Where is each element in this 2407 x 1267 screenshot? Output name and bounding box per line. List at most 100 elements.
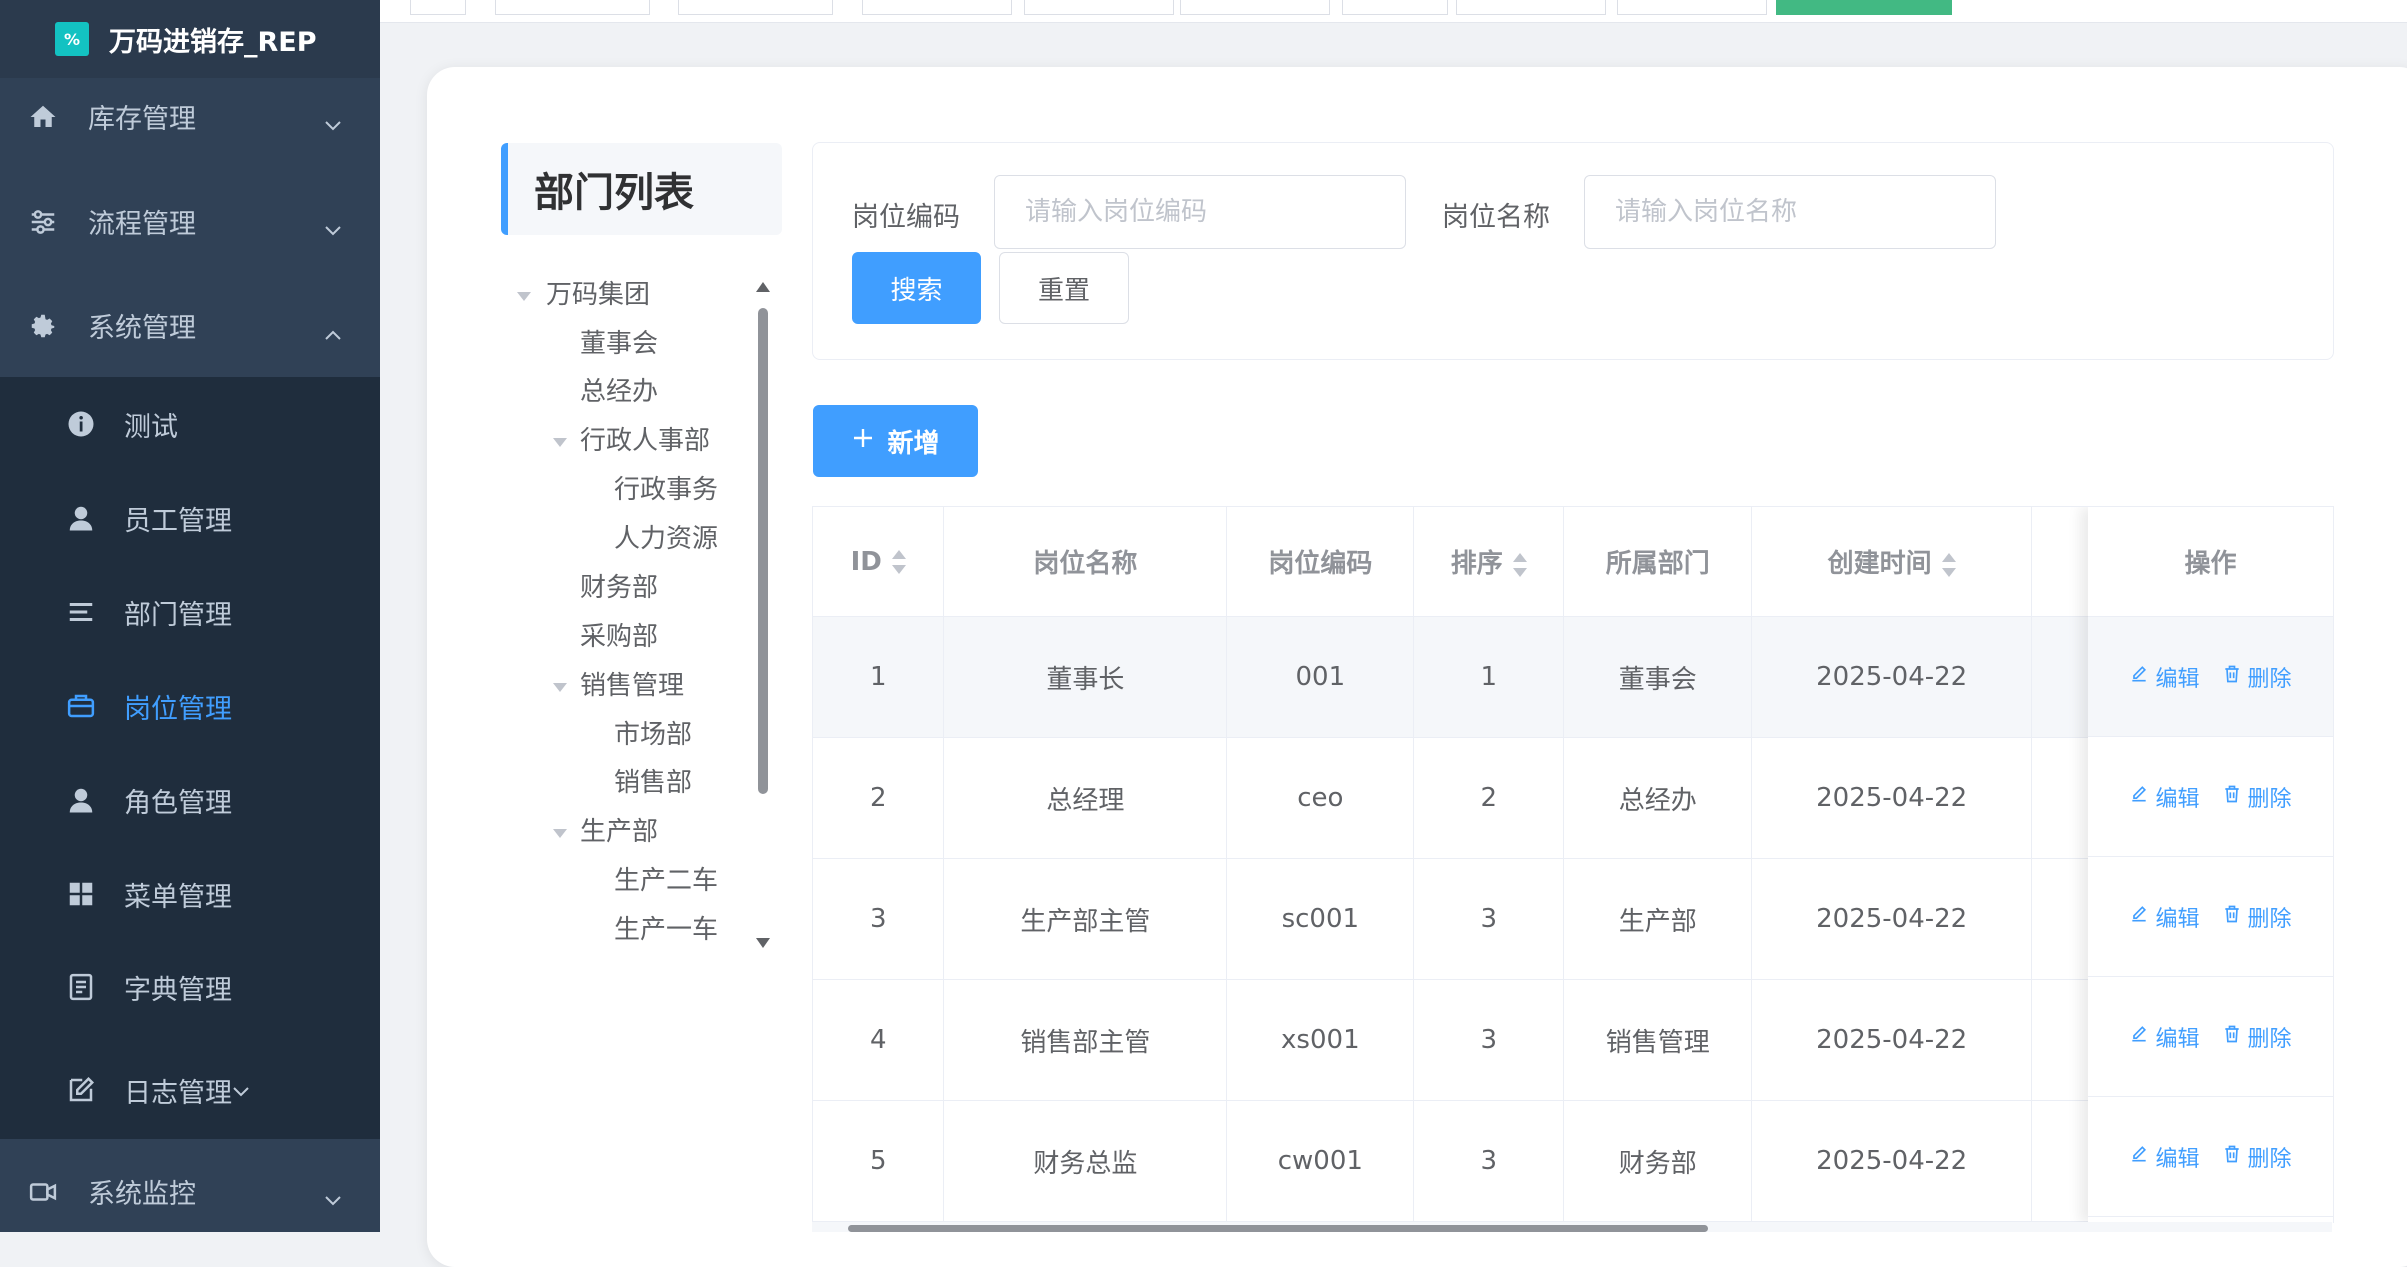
- cell-created: 2025-04-22: [1751, 858, 2033, 980]
- actions-cell: 编辑 删除: [2088, 977, 2333, 1097]
- submenu-label: 字典管理: [124, 974, 232, 1006]
- position-code-field[interactable]: [994, 175, 1406, 249]
- column-header-created[interactable]: 创建时间: [1751, 507, 2033, 617]
- tag-item[interactable]: [1024, 0, 1174, 15]
- cell-code: cw001: [1226, 1100, 1415, 1222]
- submenu-item-employee[interactable]: 员工管理: [0, 471, 380, 565]
- tree-node[interactable]: 行政人事部: [580, 418, 710, 464]
- chevron-down-icon: [324, 109, 342, 140]
- tag-item[interactable]: [495, 0, 650, 15]
- tree-node[interactable]: 财务部: [580, 565, 658, 611]
- submenu-item-test[interactable]: 测试: [0, 377, 380, 471]
- sort-icon[interactable]: [1941, 552, 1956, 577]
- delete-label: 删除: [2247, 786, 2292, 812]
- submenu-item-dictionary[interactable]: 字典管理: [0, 940, 380, 1034]
- tree-node[interactable]: 生产部: [580, 809, 658, 855]
- position-code-label: 岗位编码: [852, 202, 960, 233]
- caret-down-icon[interactable]: [553, 438, 567, 447]
- edit-button[interactable]: 编辑: [2129, 1021, 2200, 1053]
- tags-view: [380, 0, 2407, 23]
- actions-cell: 编辑 删除: [2088, 857, 2333, 977]
- tag-item[interactable]: [1180, 0, 1330, 15]
- add-button[interactable]: 新增: [813, 405, 978, 477]
- position-name-input[interactable]: [1585, 176, 1995, 248]
- menu-workflow[interactable]: 流程管理: [0, 169, 380, 274]
- column-title: 排序: [1450, 549, 1503, 579]
- dept-list-title: 部门列表: [534, 170, 694, 216]
- table-horizontal-scrollbar[interactable]: [812, 1222, 2332, 1232]
- position-name-field[interactable]: [1584, 175, 1996, 249]
- column-header-code: 岗位编码: [1226, 507, 1415, 617]
- scroll-down-arrow-icon[interactable]: [756, 938, 770, 948]
- trash-icon: [2222, 1024, 2242, 1050]
- submenu-label: 岗位管理: [124, 693, 232, 725]
- edit-button[interactable]: 编辑: [2129, 901, 2200, 933]
- caret-down-icon[interactable]: [553, 829, 567, 838]
- cell-created: 2025-04-22: [1751, 616, 2033, 738]
- column-header-department: 所属部门: [1563, 507, 1753, 617]
- delete-button[interactable]: 删除: [2222, 781, 2292, 813]
- submenu-item-position[interactable]: 岗位管理: [0, 659, 380, 753]
- edit-button[interactable]: 编辑: [2129, 1141, 2200, 1173]
- tree-node[interactable]: 销售管理: [580, 663, 684, 709]
- tree-node[interactable]: 总经办: [580, 369, 658, 415]
- tag-item[interactable]: [1456, 0, 1606, 15]
- delete-button[interactable]: 删除: [2222, 901, 2292, 933]
- search-button[interactable]: 搜索: [852, 252, 981, 324]
- trash-icon: [2222, 784, 2242, 810]
- tree-node[interactable]: 销售部: [614, 760, 692, 806]
- tag-item[interactable]: [410, 0, 466, 15]
- tree-node[interactable]: 采购部: [580, 614, 658, 660]
- edit-button[interactable]: 编辑: [2129, 661, 2200, 693]
- caret-down-icon[interactable]: [517, 292, 531, 301]
- submenu-item-log[interactable]: 日志管理: [0, 1040, 380, 1140]
- scroll-up-arrow-icon[interactable]: [756, 282, 770, 292]
- delete-button[interactable]: 删除: [2222, 1021, 2292, 1053]
- scrollbar-thumb[interactable]: [848, 1225, 1708, 1232]
- tree-node[interactable]: 行政事务: [614, 467, 718, 513]
- actions-cell: 编辑 删除: [2088, 737, 2333, 857]
- position-code-input[interactable]: [995, 176, 1405, 248]
- tag-item[interactable]: [1617, 0, 1767, 15]
- submenu-item-menu[interactable]: 菜单管理: [0, 847, 380, 941]
- edit-label: 编辑: [2155, 1146, 2200, 1172]
- edit-button[interactable]: 编辑: [2129, 781, 2200, 813]
- video-icon: [26, 1175, 60, 1209]
- column-title: ID: [850, 546, 882, 577]
- sort-icon[interactable]: [891, 550, 906, 574]
- tree-node[interactable]: 市场部: [614, 712, 692, 758]
- gear-icon: [26, 309, 60, 343]
- cell-id: 5: [813, 1100, 945, 1222]
- tree-node[interactable]: 人力资源: [614, 516, 718, 562]
- cell-sort: 2: [1413, 737, 1565, 859]
- submenu-item-department[interactable]: 部门管理: [0, 565, 380, 659]
- trash-icon: [2222, 664, 2242, 690]
- delete-button[interactable]: 删除: [2222, 1141, 2292, 1173]
- column-title: 所属部门: [1605, 549, 1710, 579]
- tree-scrollbar-thumb[interactable]: [758, 308, 768, 794]
- delete-button[interactable]: 删除: [2222, 661, 2292, 693]
- tree-node[interactable]: 董事会: [580, 321, 658, 367]
- tree-node[interactable]: 生产一车: [614, 907, 718, 953]
- tree-node[interactable]: 万码集团: [546, 272, 650, 318]
- sidebar: % 万码进销存_REP 库存管理 流程管理 系统管理 测试 员工管理 部门管理 …: [0, 0, 380, 1232]
- user-icon: [64, 783, 98, 817]
- tag-item[interactable]: [1342, 0, 1448, 15]
- menu-monitor[interactable]: 系统监控: [0, 1139, 380, 1232]
- caret-down-icon[interactable]: [553, 683, 567, 692]
- edit-label: 编辑: [2155, 1026, 2200, 1052]
- tree-node[interactable]: 生产二车: [614, 858, 718, 904]
- tag-item[interactable]: [678, 0, 833, 15]
- menu-system[interactable]: 系统管理: [0, 273, 380, 378]
- column-header-sort[interactable]: 排序: [1413, 507, 1565, 617]
- sort-icon[interactable]: [1512, 552, 1527, 577]
- tag-item-active[interactable]: [1776, 0, 1952, 15]
- column-title: 岗位编码: [1268, 549, 1373, 579]
- column-header-id[interactable]: ID: [813, 507, 945, 617]
- submenu-label: 部门管理: [124, 599, 232, 631]
- tag-item[interactable]: [862, 0, 1012, 15]
- cell-name: 销售部主管: [943, 979, 1228, 1101]
- menu-inventory[interactable]: 库存管理: [0, 64, 380, 169]
- reset-button[interactable]: 重置: [999, 252, 1129, 324]
- submenu-item-role[interactable]: 角色管理: [0, 753, 380, 847]
